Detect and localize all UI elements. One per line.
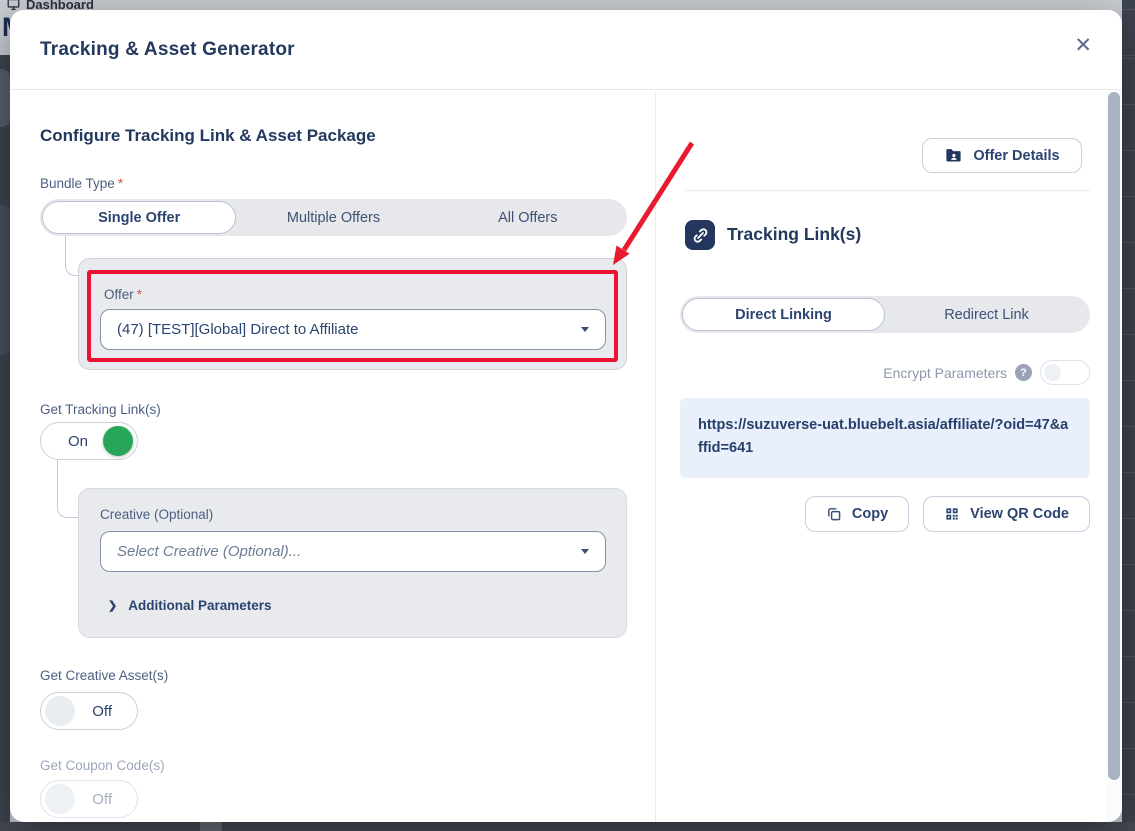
encrypt-parameters-toggle[interactable] <box>1040 360 1090 385</box>
offer-details-button[interactable]: Offer Details <box>922 138 1082 173</box>
required-mark: * <box>137 287 142 302</box>
backdrop-left-strip <box>0 55 10 831</box>
get-coupon-codes-toggle[interactable]: Off <box>40 780 138 818</box>
backdrop-right-strip <box>1122 0 1135 831</box>
right-divider <box>685 190 1090 191</box>
backdrop-bottom-strip <box>0 822 1135 831</box>
modal-title: Tracking & Asset Generator <box>40 39 295 61</box>
qr-code-icon <box>944 506 960 522</box>
toggle-state-label: Off <box>92 791 112 808</box>
link-type-tabs: Direct Linking Redirect Link <box>680 296 1090 333</box>
connector-bundle-offer <box>65 236 78 276</box>
configure-heading: Configure Tracking Link & Asset Package <box>40 126 376 146</box>
get-coupon-codes-label: Get Coupon Code(s) <box>40 758 165 773</box>
chevron-down-icon <box>581 327 589 332</box>
screen: Dashboard M Tracking & Asset Generator ✕… <box>0 0 1135 831</box>
tab-redirect-link[interactable]: Redirect Link <box>885 298 1088 331</box>
creative-select-placeholder: Select Creative (Optional)... <box>117 543 301 560</box>
tab-multiple-offers[interactable]: Multiple Offers <box>236 201 430 234</box>
modal-scrollbar-thumb[interactable] <box>1108 92 1120 780</box>
get-creative-assets-toggle[interactable]: Off <box>40 692 138 730</box>
link-icon <box>685 220 715 250</box>
modal-header: Tracking & Asset Generator ✕ <box>10 10 1122 90</box>
toggle-knob <box>103 426 133 456</box>
bundle-type-label: Bundle Type* <box>40 176 123 191</box>
view-qr-code-button[interactable]: View QR Code <box>923 496 1090 532</box>
link-actions-row: Copy View QR Code <box>805 496 1090 532</box>
additional-parameters-label: Additional Parameters <box>128 598 271 613</box>
get-tracking-links-toggle[interactable]: On <box>40 422 138 460</box>
additional-parameters-expander[interactable]: ❯ Additional Parameters <box>108 598 272 613</box>
close-icon[interactable]: ✕ <box>1074 35 1092 56</box>
encrypt-parameters-label: Encrypt Parameters <box>883 365 1007 381</box>
copy-icon <box>826 506 842 522</box>
folder-user-icon <box>944 146 963 165</box>
bundle-type-tabs: Single Offer Multiple Offers All Offers <box>40 199 627 236</box>
offer-select-value: (47) [TEST][Global] Direct to Affiliate <box>117 321 358 338</box>
get-tracking-links-label: Get Tracking Link(s) <box>40 402 161 417</box>
encrypt-parameters-row: Encrypt Parameters ? <box>883 360 1090 385</box>
creative-select[interactable]: Select Creative (Optional)... <box>100 531 606 572</box>
required-mark: * <box>118 176 123 191</box>
offer-label: Offer* <box>104 287 142 302</box>
offer-select[interactable]: (47) [TEST][Global] Direct to Affiliate <box>100 309 606 350</box>
toggle-knob <box>1044 364 1061 381</box>
tracking-asset-generator-modal: Tracking & Asset Generator ✕ Configure T… <box>10 10 1122 822</box>
chevron-down-icon <box>581 549 589 554</box>
view-qr-label: View QR Code <box>970 506 1069 522</box>
offer-details-label: Offer Details <box>973 148 1059 164</box>
help-icon[interactable]: ? <box>1015 364 1032 381</box>
column-divider <box>655 91 656 822</box>
tracking-links-heading: Tracking Link(s) <box>727 224 861 245</box>
tracking-url-panel[interactable]: https://suzuverse-uat.bluebelt.asia/affi… <box>680 398 1090 478</box>
toggle-state-label: On <box>68 433 88 450</box>
tab-all-offers[interactable]: All Offers <box>431 201 625 234</box>
tab-direct-linking[interactable]: Direct Linking <box>682 298 885 331</box>
chevron-right-icon: ❯ <box>108 599 117 612</box>
toggle-knob <box>45 784 75 814</box>
tab-single-offer[interactable]: Single Offer <box>42 201 236 234</box>
get-creative-assets-label: Get Creative Asset(s) <box>40 668 168 683</box>
copy-label: Copy <box>852 506 888 522</box>
toggle-knob <box>45 696 75 726</box>
connector-tracking-creative <box>57 460 78 518</box>
copy-button[interactable]: Copy <box>805 496 909 532</box>
creative-label: Creative (Optional) <box>100 507 213 522</box>
toggle-state-label: Off <box>92 703 112 720</box>
